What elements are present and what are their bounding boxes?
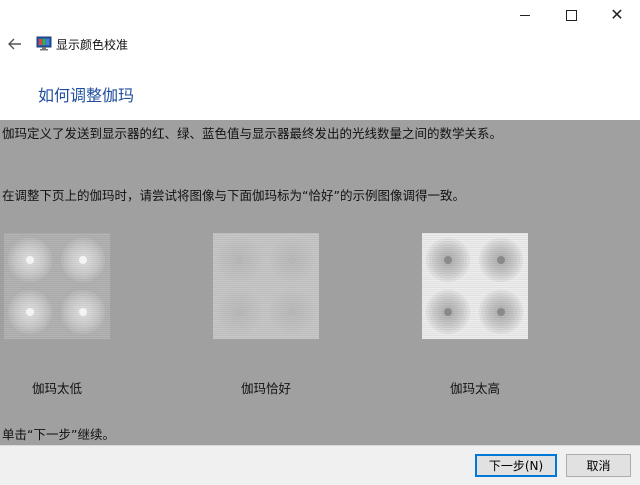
pattern-stripe [422, 335, 528, 336]
pattern-stripe [422, 285, 528, 286]
pattern-stripe [4, 233, 110, 234]
pattern-stripe [422, 235, 528, 236]
pattern-stripe [213, 285, 319, 286]
pattern-stripe [4, 237, 110, 238]
content-area: 伽玛定义了发送到显示器的红、绿、蓝色值与显示器最终发出的光线数量之间的数学关系。… [0, 120, 640, 445]
pattern-center-dot [288, 308, 296, 316]
gamma-just-right-caption: 伽玛恰好 [240, 381, 291, 396]
pattern-center-dot [497, 256, 505, 264]
cancel-button[interactable]: 取消 [566, 454, 631, 477]
gamma-definition-text: 伽玛定义了发送到显示器的红、绿、蓝色值与显示器最终发出的光线数量之间的数学关系。 [2, 126, 503, 141]
page-title: 如何调整伽玛 [38, 86, 135, 105]
app-title: 显示颜色校准 [56, 38, 129, 52]
pattern-stripe [4, 287, 110, 288]
pattern-stripe [213, 283, 319, 284]
gamma-too-low-caption: 伽玛太低 [31, 381, 82, 396]
title-bar: ✕ [0, 0, 640, 30]
continue-instruction-text: 单击“下一步”继续。 [2, 427, 115, 442]
pattern-center-dot [288, 256, 296, 264]
pattern-stripe [213, 335, 319, 336]
pattern-stripe [422, 291, 528, 292]
pattern-stripe [422, 233, 528, 234]
pattern-stripe [4, 337, 110, 338]
pattern-stripe [4, 285, 110, 286]
pattern-center-dot [235, 308, 243, 316]
gamma-pattern-graphic [213, 233, 319, 339]
pattern-stripe [213, 337, 319, 338]
back-arrow-icon [8, 38, 21, 50]
pattern-center-dot [235, 256, 243, 264]
gamma-instruction-text: 在调整下页上的伽玛时，请尝试将图像与下面伽玛标为“恰好”的示例图像调得一致。 [2, 188, 465, 203]
pattern-center-dot [497, 308, 505, 316]
pattern-stripe [422, 289, 528, 290]
color-calibration-app-icon [36, 35, 52, 51]
pattern-stripe [4, 283, 110, 284]
pattern-stripe [4, 281, 110, 282]
pattern-stripe [213, 237, 319, 238]
pattern-stripe [213, 287, 319, 288]
pattern-stripe [422, 281, 528, 282]
pattern-stripe [4, 291, 110, 292]
wizard-footer: 下一步(N) 取消 [0, 445, 640, 485]
gamma-just-right-sample-image [213, 233, 319, 339]
pattern-stripe [422, 283, 528, 284]
pattern-stripe [422, 237, 528, 238]
pattern-stripe [422, 337, 528, 338]
pattern-stripe [4, 333, 110, 334]
pattern-stripe [4, 289, 110, 290]
minimize-button[interactable] [502, 0, 548, 30]
pattern-stripe [213, 289, 319, 290]
pattern-stripe [4, 335, 110, 336]
pattern-stripe [4, 235, 110, 236]
gamma-too-high-sample-image [422, 233, 528, 339]
maximize-button[interactable] [548, 0, 594, 30]
pattern-stripe [4, 239, 110, 240]
close-button[interactable]: ✕ [594, 0, 640, 30]
next-button[interactable]: 下一步(N) [475, 454, 557, 477]
minimize-icon [520, 14, 530, 16]
pattern-stripe [213, 235, 319, 236]
gamma-pattern-graphic [422, 233, 528, 339]
pattern-stripe [422, 239, 528, 240]
pattern-stripe [422, 333, 528, 334]
pattern-stripe [213, 239, 319, 240]
pattern-center-dot [26, 256, 34, 264]
gamma-pattern-graphic [4, 233, 110, 339]
pattern-stripe [213, 233, 319, 234]
pattern-stripe [422, 287, 528, 288]
close-icon: ✕ [610, 5, 624, 24]
pattern-center-dot [79, 308, 87, 316]
pattern-stripe [213, 281, 319, 282]
gamma-too-low-sample-image [4, 233, 110, 339]
back-button[interactable] [6, 35, 24, 53]
wizard-header: 显示颜色校准 如何调整伽玛 [0, 30, 640, 120]
maximize-icon [565, 9, 577, 21]
pattern-stripe [213, 333, 319, 334]
pattern-center-dot [444, 256, 452, 264]
pattern-stripe [213, 291, 319, 292]
gamma-too-high-caption: 伽玛太高 [449, 381, 500, 396]
pattern-center-dot [444, 308, 452, 316]
pattern-center-dot [79, 256, 87, 264]
pattern-center-dot [26, 308, 34, 316]
